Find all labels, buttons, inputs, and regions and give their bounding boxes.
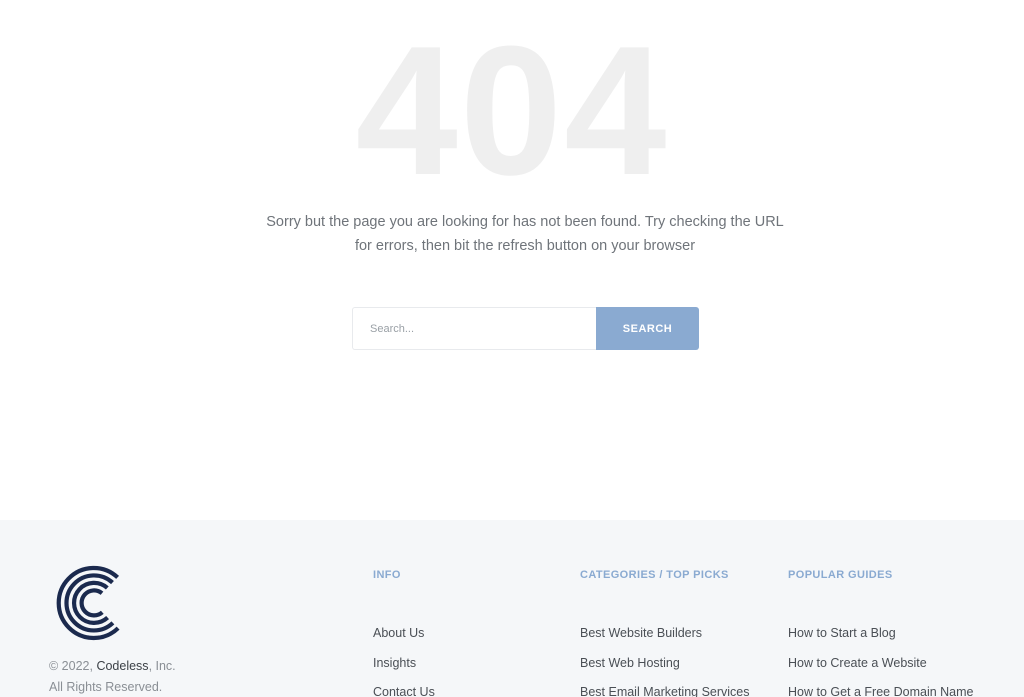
footer-column-info: INFO About Us Insights Contact Us (373, 568, 435, 697)
footer-link-about-us[interactable]: About Us (373, 619, 435, 649)
copyright-line: © 2022, Codeless, Inc. (49, 656, 176, 677)
error-code: 404 (355, 7, 669, 213)
footer-column-title: POPULAR GUIDES (788, 569, 893, 581)
error-message: Sorry but the page you are looking for h… (262, 210, 788, 258)
codeless-logo-icon[interactable] (52, 562, 126, 644)
rights-reserved: All Rights Reserved. (49, 680, 163, 694)
footer-link-best-website-builders[interactable]: Best Website Builders (580, 619, 750, 649)
error-message-line-2: for errors, then bit the refresh button … (354, 238, 696, 254)
footer-link-best-web-hosting[interactable]: Best Web Hosting (580, 649, 750, 679)
copyright-prefix: © 2022, (49, 659, 97, 673)
footer-link-start-a-blog[interactable]: How to Start a Blog (788, 619, 974, 649)
search-button[interactable]: SEARCH (596, 307, 699, 350)
footer-link-contact-us[interactable]: Contact Us (373, 678, 435, 697)
footer-link-insights[interactable]: Insights (373, 649, 435, 679)
search-form: SEARCH (352, 307, 699, 350)
copyright-suffix: , Inc. (148, 659, 176, 673)
footer-link-create-a-website[interactable]: How to Create a Website (788, 649, 974, 679)
copyright: © 2022, Codeless, Inc. All Rights Reserv… (49, 656, 176, 697)
site-footer: © 2022, Codeless, Inc. All Rights Reserv… (0, 520, 1024, 697)
search-input[interactable] (352, 307, 596, 350)
footer-column-guides: POPULAR GUIDES How to Start a Blog How t… (788, 568, 974, 697)
error-message-line-1: Sorry but the page you are looking for h… (266, 214, 784, 230)
footer-column-title: CATEGORIES / TOP PICKS (580, 569, 729, 581)
footer-column-categories: CATEGORIES / TOP PICKS Best Website Buil… (580, 568, 750, 697)
main-content: 404 Sorry but the page you are looking f… (0, 0, 1024, 520)
footer-link-best-email-marketing[interactable]: Best Email Marketing Services (580, 678, 750, 697)
brand-name[interactable]: Codeless (96, 659, 148, 673)
footer-column-title: INFO (373, 569, 401, 581)
footer-link-free-domain-name[interactable]: How to Get a Free Domain Name (788, 678, 974, 697)
